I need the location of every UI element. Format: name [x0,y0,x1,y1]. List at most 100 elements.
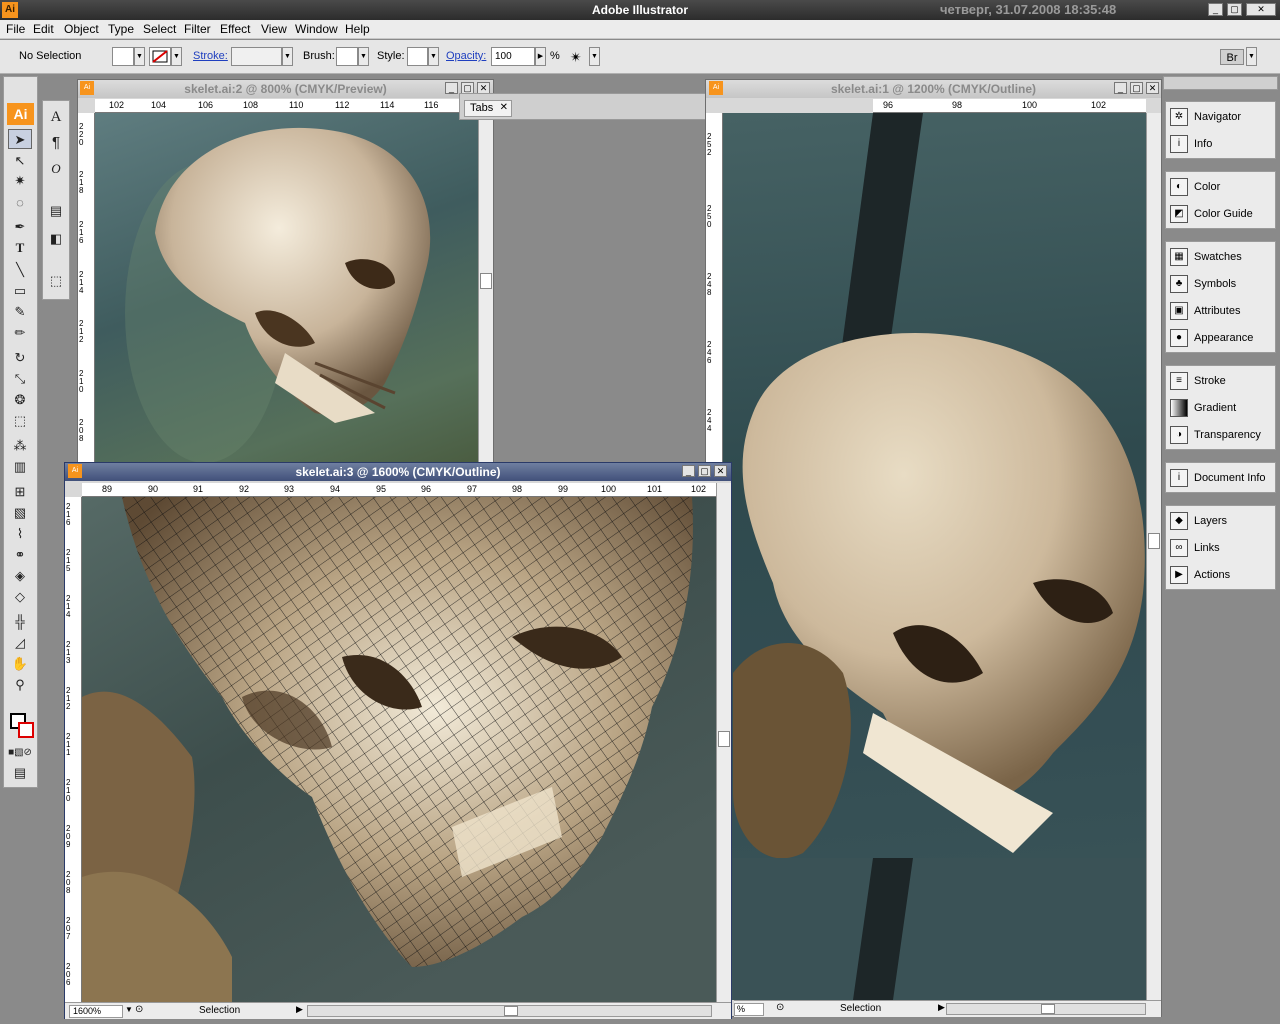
status-menu-arrow[interactable]: ▶ [938,1002,945,1013]
vertical-scrollbar[interactable] [478,113,493,466]
panel-layers[interactable]: ◆ Layers [1166,508,1275,534]
scroll-thumb[interactable] [1148,533,1160,549]
menu-filter[interactable]: Filter [184,22,211,36]
type-tool-icon[interactable]: T [8,238,32,258]
direct-selection-tool-icon[interactable]: ↖ [8,151,32,171]
panel-info[interactable]: i Info [1166,131,1275,157]
warp-tool-icon[interactable]: ❂ [8,390,32,410]
panel-color-guide[interactable]: ◩ Color Guide [1166,201,1275,227]
stroke-weight-dropdown[interactable]: ▼ [282,47,293,66]
scroll-thumb[interactable] [504,1006,518,1016]
pen-tool-icon[interactable]: ✒ [8,217,32,237]
panel-color[interactable]: ◐ Color [1166,174,1275,200]
menu-file[interactable]: File [6,22,25,36]
panel-swatches[interactable]: ▦ Swatches [1166,244,1275,270]
status-tool[interactable]: Selection [199,1005,240,1016]
panel-gradient[interactable]: Gradient [1166,395,1275,421]
document-window-3[interactable]: skelet.ai:3 @ 1600% (CMYK/Outline) Ai _ … [64,462,732,1019]
menu-object[interactable]: Object [64,22,99,36]
opentype-panel-icon[interactable]: O [44,159,68,179]
opacity-dropdown[interactable]: ▶ [535,47,546,66]
lasso-icon[interactable]: ◌ [8,193,32,213]
canvas-preview[interactable] [95,113,478,466]
panel-attributes[interactable]: ▣ Attributes [1166,298,1275,324]
minimize-icon[interactable]: _ [1208,3,1223,16]
paragraph-panel-icon[interactable]: ¶ [44,133,68,153]
brush-dropdown[interactable]: ▼ [358,47,369,66]
panel-links[interactable]: ∞ Links [1166,535,1275,561]
gradient-tool-icon[interactable]: ▧ [8,503,32,523]
panel-symbols[interactable]: ♣ Symbols [1166,271,1275,297]
horizontal-scrollbar[interactable] [946,1003,1146,1015]
menu-view[interactable]: View [261,22,287,36]
color-mode-icon[interactable]: ■▧⊘ [8,743,32,763]
symbol-sprayer-icon[interactable]: ⁂ [8,436,32,456]
control-panel-menu[interactable]: ▼ [1246,47,1257,66]
status-menu-arrow[interactable]: ▶ [296,1004,303,1015]
stroke-swatch[interactable] [149,47,171,66]
graph-tool-icon[interactable]: ▥ [8,457,32,477]
paintbrush-icon[interactable]: ✎ [8,302,32,322]
mesh-tool-icon[interactable]: ⊞ [8,482,32,502]
magic-wand-icon[interactable]: ✷ [8,171,32,191]
zoom-dropdown[interactable]: ▼ [125,1005,133,1014]
menu-help[interactable]: Help [345,22,370,36]
vertical-scrollbar[interactable] [716,483,731,1002]
eyedropper-icon[interactable]: ⌇ [8,524,32,544]
menu-type[interactable]: Type [108,22,134,36]
line-tool-icon[interactable]: ╲ [8,260,32,280]
style-swatch[interactable] [407,47,428,66]
panel-appearance[interactable]: ● Appearance [1166,325,1275,351]
scroll-thumb[interactable] [1041,1004,1055,1014]
recolor-dropdown[interactable]: ▼ [589,47,600,66]
panel-navigator[interactable]: ✲ Navigator [1166,104,1275,130]
screen-mode-icon[interactable]: ▤ [8,763,32,783]
close-icon[interactable]: ✕ [1246,3,1276,16]
align-panel-icon[interactable]: ▤ [44,201,68,221]
minimize-icon[interactable]: _ [682,465,695,477]
character-panel-icon[interactable]: A [44,107,68,127]
fill-swatch[interactable] [112,47,134,66]
menu-select[interactable]: Select [143,22,176,36]
document-window-1[interactable]: skelet.ai:1 @ 1200% (CMYK/Outline) Ai _ … [705,79,1162,1017]
minimize-icon[interactable]: _ [445,82,458,94]
status-tool[interactable]: Selection [840,1003,881,1014]
menu-effect[interactable]: Effect [220,22,250,36]
panel-document-info[interactable]: i Document Info [1166,465,1275,491]
opacity-input[interactable]: 100 [491,47,535,66]
rotate-tool-icon[interactable]: ↻ [8,348,32,368]
close-icon[interactable]: ✕ [714,465,727,477]
stroke-color-dropdown[interactable]: ▼ [171,47,182,66]
panel-actions[interactable]: ▶ Actions [1166,562,1275,588]
minimize-icon[interactable]: _ [1114,82,1127,94]
zoom-level-field[interactable]: 1600% [69,1005,123,1018]
maximize-icon[interactable]: ▢ [698,465,711,477]
bridge-icon[interactable]: Br [1220,49,1244,65]
close-icon[interactable]: ✕ [500,102,508,113]
slice-tool-icon[interactable]: ╬ [8,612,32,632]
rectangle-tool-icon[interactable]: ▭ [8,281,32,301]
panel-stroke[interactable]: ≡ Stroke [1166,368,1275,394]
live-paint-selection-icon[interactable]: ◇ [8,587,32,607]
tabs-panel-tab[interactable]: Tabs ✕ [464,100,512,117]
stroke-color-swatch[interactable] [18,722,34,738]
hand-tool-icon[interactable]: ✋ [8,654,32,674]
stroke-weight-field[interactable] [231,47,282,66]
maximize-icon[interactable]: ▢ [1130,82,1143,94]
canvas-outline-1[interactable] [723,113,1146,1000]
scale-tool-icon[interactable]: ⤡ [8,369,32,389]
menu-edit[interactable]: Edit [33,22,54,36]
free-transform-icon[interactable]: ⬚ [8,411,32,431]
eraser-icon[interactable]: ◿ [8,633,32,653]
zoom-level-field[interactable]: % [734,1003,764,1016]
scroll-thumb[interactable] [718,731,730,747]
horizontal-scrollbar[interactable] [307,1005,712,1017]
canvas-mesh-outline[interactable] [82,497,716,1002]
zoom-tool-icon[interactable]: ⚲ [8,675,32,695]
document-window-2[interactable]: skelet.ai:2 @ 800% (CMYK/Preview) Ai _ ▢… [77,79,494,466]
brush-swatch[interactable] [336,47,358,66]
menu-window[interactable]: Window [295,22,338,36]
panel-transparency[interactable]: ◑ Transparency [1166,422,1275,448]
style-dropdown[interactable]: ▼ [428,47,439,66]
selection-tool-icon[interactable]: ➤ [8,129,32,149]
